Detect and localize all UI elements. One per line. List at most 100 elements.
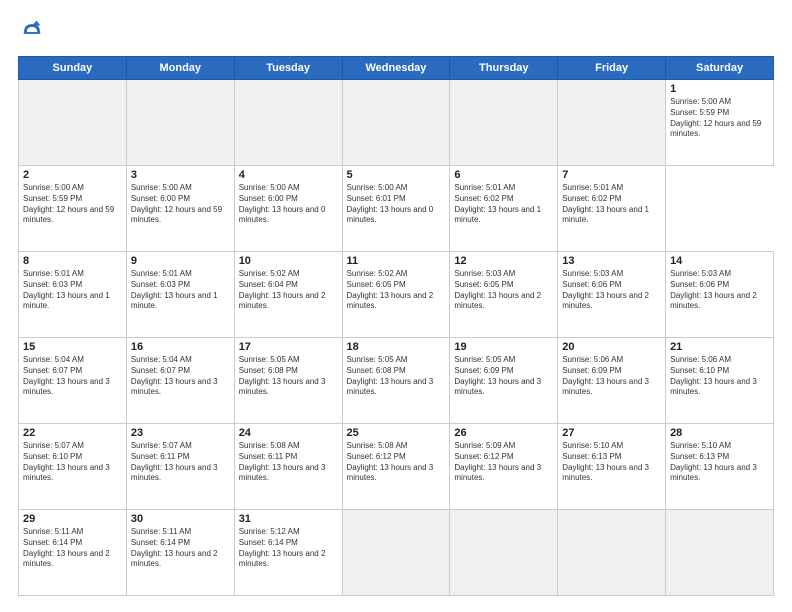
day-number: 8 bbox=[23, 255, 122, 267]
day-number: 22 bbox=[23, 427, 122, 439]
calendar-cell: 19 Sunrise: 5:05 AMSunset: 6:09 PMDaylig… bbox=[450, 338, 558, 424]
calendar-cell: 9 Sunrise: 5:01 AMSunset: 6:03 PMDayligh… bbox=[126, 252, 234, 338]
week-row-4: 15 Sunrise: 5:04 AMSunset: 6:07 PMDaylig… bbox=[19, 338, 774, 424]
day-number: 6 bbox=[454, 169, 553, 181]
calendar-cell: 17 Sunrise: 5:05 AMSunset: 6:08 PMDaylig… bbox=[234, 338, 342, 424]
day-info: Sunrise: 5:01 AMSunset: 6:03 PMDaylight:… bbox=[131, 269, 230, 312]
day-number: 17 bbox=[239, 341, 338, 353]
calendar-cell: 18 Sunrise: 5:05 AMSunset: 6:08 PMDaylig… bbox=[342, 338, 450, 424]
week-row-6: 29 Sunrise: 5:11 AMSunset: 6:14 PMDaylig… bbox=[19, 510, 774, 596]
calendar-cell: 14 Sunrise: 5:03 AMSunset: 6:06 PMDaylig… bbox=[666, 252, 774, 338]
calendar-cell: 26 Sunrise: 5:09 AMSunset: 6:12 PMDaylig… bbox=[450, 424, 558, 510]
day-header-tuesday: Tuesday bbox=[234, 57, 342, 80]
day-info: Sunrise: 5:11 AMSunset: 6:14 PMDaylight:… bbox=[23, 527, 122, 570]
day-info: Sunrise: 5:05 AMSunset: 6:08 PMDaylight:… bbox=[239, 355, 338, 398]
calendar-cell: 3 Sunrise: 5:00 AMSunset: 6:00 PMDayligh… bbox=[126, 166, 234, 252]
calendar-cell bbox=[234, 80, 342, 166]
calendar-cell: 22 Sunrise: 5:07 AMSunset: 6:10 PMDaylig… bbox=[19, 424, 127, 510]
day-info: Sunrise: 5:10 AMSunset: 6:13 PMDaylight:… bbox=[562, 441, 661, 484]
day-number: 15 bbox=[23, 341, 122, 353]
day-number: 31 bbox=[239, 513, 338, 525]
day-info: Sunrise: 5:01 AMSunset: 6:02 PMDaylight:… bbox=[454, 183, 553, 226]
day-number: 21 bbox=[670, 341, 769, 353]
day-info: Sunrise: 5:10 AMSunset: 6:13 PMDaylight:… bbox=[670, 441, 769, 484]
calendar-cell bbox=[450, 80, 558, 166]
day-number: 26 bbox=[454, 427, 553, 439]
calendar-cell: 15 Sunrise: 5:04 AMSunset: 6:07 PMDaylig… bbox=[19, 338, 127, 424]
calendar-cell: 16 Sunrise: 5:04 AMSunset: 6:07 PMDaylig… bbox=[126, 338, 234, 424]
day-info: Sunrise: 5:00 AMSunset: 6:01 PMDaylight:… bbox=[347, 183, 446, 226]
day-info: Sunrise: 5:05 AMSunset: 6:08 PMDaylight:… bbox=[347, 355, 446, 398]
day-info: Sunrise: 5:00 AMSunset: 5:59 PMDaylight:… bbox=[23, 183, 122, 226]
week-row-2: 2 Sunrise: 5:00 AMSunset: 5:59 PMDayligh… bbox=[19, 166, 774, 252]
day-info: Sunrise: 5:06 AMSunset: 6:09 PMDaylight:… bbox=[562, 355, 661, 398]
day-info: Sunrise: 5:09 AMSunset: 6:12 PMDaylight:… bbox=[454, 441, 553, 484]
day-number: 25 bbox=[347, 427, 446, 439]
day-header-sunday: Sunday bbox=[19, 57, 127, 80]
calendar-cell: 23 Sunrise: 5:07 AMSunset: 6:11 PMDaylig… bbox=[126, 424, 234, 510]
day-info: Sunrise: 5:08 AMSunset: 6:12 PMDaylight:… bbox=[347, 441, 446, 484]
day-number: 2 bbox=[23, 169, 122, 181]
page: SundayMondayTuesdayWednesdayThursdayFrid… bbox=[0, 0, 792, 612]
calendar-cell: 11 Sunrise: 5:02 AMSunset: 6:05 PMDaylig… bbox=[342, 252, 450, 338]
day-number: 30 bbox=[131, 513, 230, 525]
day-info: Sunrise: 5:04 AMSunset: 6:07 PMDaylight:… bbox=[23, 355, 122, 398]
day-number: 11 bbox=[347, 255, 446, 267]
day-info: Sunrise: 5:03 AMSunset: 6:05 PMDaylight:… bbox=[454, 269, 553, 312]
calendar-cell: 12 Sunrise: 5:03 AMSunset: 6:05 PMDaylig… bbox=[450, 252, 558, 338]
calendar-cell: 31 Sunrise: 5:12 AMSunset: 6:14 PMDaylig… bbox=[234, 510, 342, 596]
day-number: 29 bbox=[23, 513, 122, 525]
day-number: 14 bbox=[670, 255, 769, 267]
calendar-cell: 13 Sunrise: 5:03 AMSunset: 6:06 PMDaylig… bbox=[558, 252, 666, 338]
week-row-3: 8 Sunrise: 5:01 AMSunset: 6:03 PMDayligh… bbox=[19, 252, 774, 338]
calendar-cell: 21 Sunrise: 5:06 AMSunset: 6:10 PMDaylig… bbox=[666, 338, 774, 424]
calendar-cell: 8 Sunrise: 5:01 AMSunset: 6:03 PMDayligh… bbox=[19, 252, 127, 338]
calendar-cell bbox=[342, 510, 450, 596]
day-info: Sunrise: 5:04 AMSunset: 6:07 PMDaylight:… bbox=[131, 355, 230, 398]
calendar-cell bbox=[558, 80, 666, 166]
day-number: 24 bbox=[239, 427, 338, 439]
calendar-cell: 25 Sunrise: 5:08 AMSunset: 6:12 PMDaylig… bbox=[342, 424, 450, 510]
day-info: Sunrise: 5:01 AMSunset: 6:03 PMDaylight:… bbox=[23, 269, 122, 312]
day-number: 13 bbox=[562, 255, 661, 267]
day-info: Sunrise: 5:03 AMSunset: 6:06 PMDaylight:… bbox=[562, 269, 661, 312]
day-number: 7 bbox=[562, 169, 661, 181]
day-number: 1 bbox=[670, 83, 769, 95]
day-header-thursday: Thursday bbox=[450, 57, 558, 80]
calendar-cell: 7 Sunrise: 5:01 AMSunset: 6:02 PMDayligh… bbox=[558, 166, 666, 252]
day-info: Sunrise: 5:00 AMSunset: 6:00 PMDaylight:… bbox=[239, 183, 338, 226]
calendar-cell: 1 Sunrise: 5:00 AMSunset: 5:59 PMDayligh… bbox=[666, 80, 774, 166]
logo-icon bbox=[18, 18, 46, 46]
header bbox=[18, 18, 774, 46]
day-number: 9 bbox=[131, 255, 230, 267]
day-info: Sunrise: 5:07 AMSunset: 6:11 PMDaylight:… bbox=[131, 441, 230, 484]
calendar-cell: 10 Sunrise: 5:02 AMSunset: 6:04 PMDaylig… bbox=[234, 252, 342, 338]
day-info: Sunrise: 5:01 AMSunset: 6:02 PMDaylight:… bbox=[562, 183, 661, 226]
day-number: 5 bbox=[347, 169, 446, 181]
calendar-cell: 5 Sunrise: 5:00 AMSunset: 6:01 PMDayligh… bbox=[342, 166, 450, 252]
calendar-cell bbox=[558, 510, 666, 596]
day-number: 19 bbox=[454, 341, 553, 353]
day-number: 12 bbox=[454, 255, 553, 267]
day-info: Sunrise: 5:02 AMSunset: 6:05 PMDaylight:… bbox=[347, 269, 446, 312]
day-number: 23 bbox=[131, 427, 230, 439]
day-header-monday: Monday bbox=[126, 57, 234, 80]
week-row-5: 22 Sunrise: 5:07 AMSunset: 6:10 PMDaylig… bbox=[19, 424, 774, 510]
day-info: Sunrise: 5:06 AMSunset: 6:10 PMDaylight:… bbox=[670, 355, 769, 398]
day-number: 3 bbox=[131, 169, 230, 181]
day-header-saturday: Saturday bbox=[666, 57, 774, 80]
day-number: 28 bbox=[670, 427, 769, 439]
day-info: Sunrise: 5:11 AMSunset: 6:14 PMDaylight:… bbox=[131, 527, 230, 570]
calendar-cell: 20 Sunrise: 5:06 AMSunset: 6:09 PMDaylig… bbox=[558, 338, 666, 424]
day-info: Sunrise: 5:07 AMSunset: 6:10 PMDaylight:… bbox=[23, 441, 122, 484]
calendar-cell bbox=[342, 80, 450, 166]
day-number: 18 bbox=[347, 341, 446, 353]
day-header-wednesday: Wednesday bbox=[342, 57, 450, 80]
calendar-cell: 29 Sunrise: 5:11 AMSunset: 6:14 PMDaylig… bbox=[19, 510, 127, 596]
calendar-cell: 28 Sunrise: 5:10 AMSunset: 6:13 PMDaylig… bbox=[666, 424, 774, 510]
day-info: Sunrise: 5:03 AMSunset: 6:06 PMDaylight:… bbox=[670, 269, 769, 312]
calendar-cell bbox=[19, 80, 127, 166]
day-header-friday: Friday bbox=[558, 57, 666, 80]
day-info: Sunrise: 5:00 AMSunset: 6:00 PMDaylight:… bbox=[131, 183, 230, 226]
day-info: Sunrise: 5:02 AMSunset: 6:04 PMDaylight:… bbox=[239, 269, 338, 312]
